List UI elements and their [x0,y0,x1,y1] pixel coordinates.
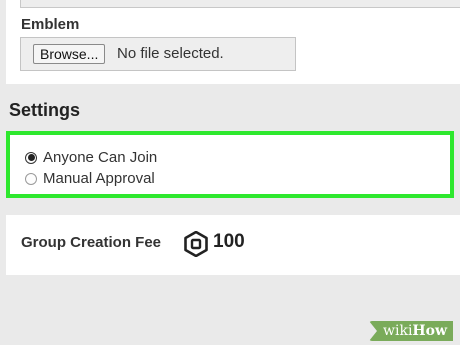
watermark-prefix: wiki [383,323,413,339]
robux-icon [184,231,208,257]
emblem-file-input[interactable]: Browse... No file selected. [20,37,296,71]
watermark-suffix: How [412,323,448,339]
fee-label: Group Creation Fee [21,234,162,251]
watermark-notch [369,321,377,341]
wikihow-watermark: wikiHow [369,321,454,341]
settings-options-panel: Anyone Can Join Manual Approval [6,131,454,198]
radio-label: Manual Approval [43,170,155,187]
fee-amount: 100 [213,231,245,252]
settings-heading: Settings [9,100,81,120]
radio-option-anyone-can-join[interactable]: Anyone Can Join [25,149,157,166]
file-status-text: No file selected. [117,45,224,62]
emblem-label: Emblem [21,16,80,33]
radio-label: Anyone Can Join [43,149,158,166]
group-creation-fee-section: Group Creation Fee 100 [6,215,460,275]
radio-button-unchecked[interactable] [25,172,37,185]
radio-dot [27,154,35,161]
radio-option-manual-approval[interactable]: Manual Approval [25,170,155,187]
previous-text-field[interactable] [20,0,460,8]
radio-button-checked[interactable] [25,151,37,164]
emblem-section: Emblem Browse... No file selected. [6,0,460,84]
browse-button[interactable]: Browse... [33,44,106,64]
